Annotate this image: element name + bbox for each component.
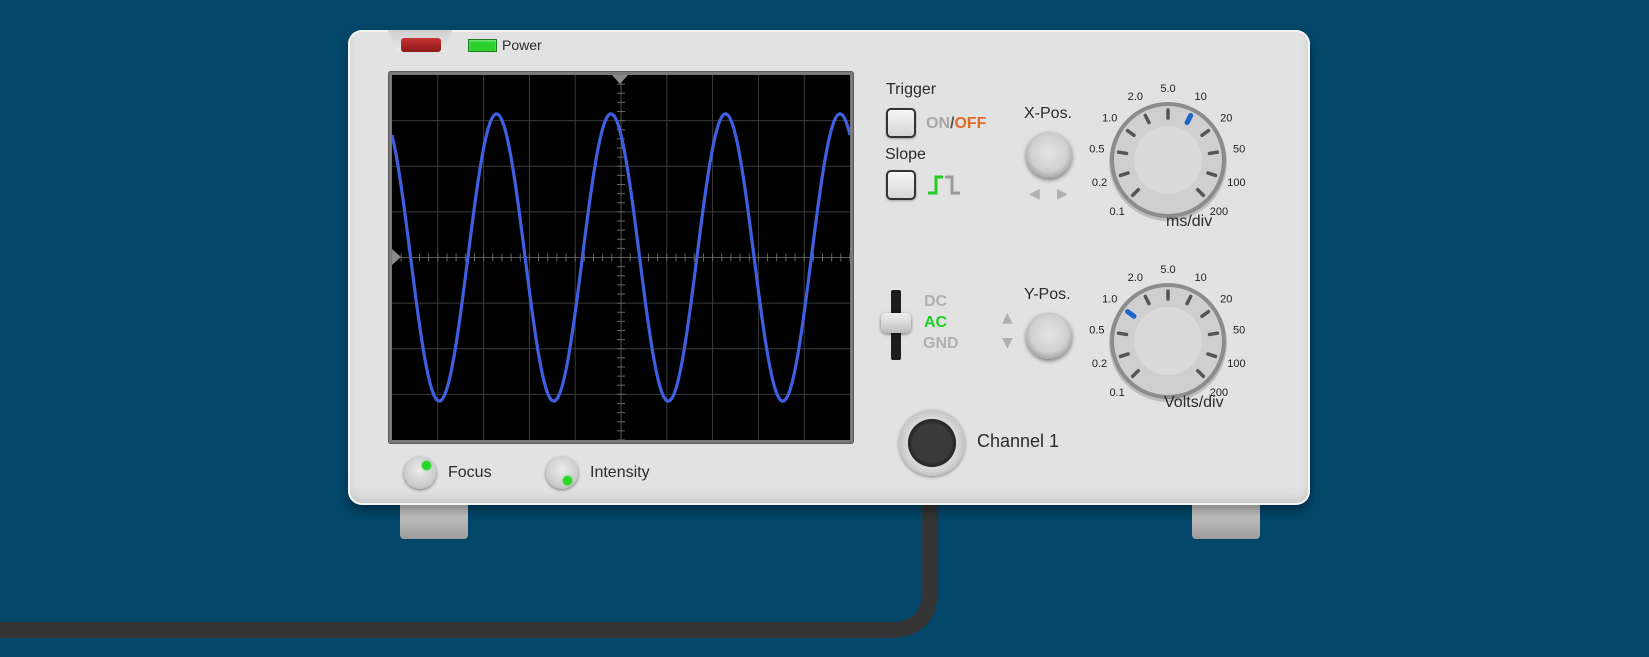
- xpos-knob[interactable]: [1026, 132, 1072, 178]
- volts-dial-scale-label: 5.0: [1160, 264, 1175, 276]
- time-dial-label: ms/div: [1166, 213, 1213, 230]
- volts-dial[interactable]: 0.10.20.51.02.05.0102050100200: [1068, 245, 1268, 415]
- slope-toggle-button[interactable]: [886, 170, 916, 200]
- oscilloscope-screen: [390, 74, 852, 441]
- right-foot: [1192, 505, 1260, 539]
- ypos-title: Y-Pos.: [1024, 286, 1071, 303]
- volts-dial-label: Volts/div: [1164, 394, 1224, 411]
- time-dial-scale-label: 200: [1210, 206, 1228, 218]
- channel-connector[interactable]: [899, 410, 965, 476]
- trigger-title: Trigger: [886, 81, 937, 98]
- time-dial-scale-label: 0.5: [1089, 144, 1104, 156]
- left-foot: [400, 505, 468, 539]
- trigger-position-marker: [612, 75, 628, 84]
- ypos-up-arrow[interactable]: ▲: [1002, 310, 1013, 326]
- time-dial-scale-label: 0.2: [1092, 177, 1107, 189]
- volts-dial-tick: [1207, 331, 1220, 337]
- ground-level-marker: [392, 249, 401, 265]
- ypos-knob[interactable]: [1026, 313, 1072, 359]
- volts-dial-scale-label: 10: [1195, 272, 1207, 284]
- coupling-option-ac[interactable]: AC: [924, 314, 947, 332]
- coupling-option-dc[interactable]: DC: [924, 293, 947, 311]
- time-dial-tick: [1118, 171, 1130, 178]
- oscilloscope-case: Power Trigger ON/OFF Slope X-Pos. ◀ ▶ DC…: [348, 30, 1310, 505]
- time-dial-tick: [1116, 150, 1129, 156]
- volts-dial-scale-label: 20: [1220, 294, 1232, 306]
- focus-indicator: [422, 461, 431, 470]
- time-dial-scale-label: 0.1: [1109, 206, 1124, 218]
- ypos-down-arrow[interactable]: ▼: [1002, 335, 1013, 351]
- time-dial-cap: [1134, 126, 1202, 194]
- intensity-indicator: [563, 476, 572, 485]
- volts-dial-tick: [1116, 331, 1129, 337]
- xpos-right-arrow[interactable]: ▶: [1057, 186, 1068, 202]
- volts-dial-scale-label: 0.5: [1089, 325, 1104, 337]
- volts-dial-scale-label: 50: [1233, 325, 1245, 337]
- time-dial-scale-label: 20: [1220, 113, 1232, 125]
- time-base-dial[interactable]: 0.1 0.2 0.5 1.0 2.0 5.0 10 20 50 100 200: [1068, 64, 1268, 234]
- intensity-knob[interactable]: [546, 457, 578, 489]
- volts-dial-scale-label: 100: [1227, 358, 1245, 370]
- focus-knob[interactable]: [404, 457, 436, 489]
- slope-title: Slope: [885, 146, 926, 163]
- time-dial-selected-marker: [1184, 112, 1194, 126]
- power-label: Power: [502, 37, 542, 53]
- volts-dial-scale-label: 0.2: [1092, 358, 1107, 370]
- volts-dial-scale-label: 1.0: [1102, 294, 1117, 306]
- focus-label: Focus: [448, 464, 492, 481]
- xpos-title: X-Pos.: [1024, 105, 1073, 122]
- time-dial-scale-label: 100: [1227, 177, 1245, 189]
- coupling-switch-handle[interactable]: [881, 313, 911, 333]
- time-dial-scale-label: 10: [1195, 91, 1207, 103]
- time-dial-scale-label: 1.0: [1102, 113, 1117, 125]
- volts-dial-scale-label: 0.1: [1109, 387, 1124, 399]
- scope-display: [390, 74, 852, 441]
- volts-dial-tick: [1206, 352, 1218, 359]
- trigger-toggle-button[interactable]: [886, 108, 916, 138]
- volts-dial-cap: [1134, 307, 1202, 375]
- trigger-on-label: ON: [926, 115, 950, 132]
- time-dial-scale-label: 50: [1233, 144, 1245, 156]
- intensity-label: Intensity: [590, 464, 650, 481]
- volts-dial-scale-label: 2.0: [1128, 272, 1143, 284]
- time-dial-tick: [1207, 150, 1220, 156]
- volts-dial-tick: [1118, 352, 1130, 359]
- trigger-off-label: OFF: [954, 115, 987, 132]
- time-dial-scale-label: 2.0: [1128, 91, 1143, 103]
- rising-edge-icon: [928, 175, 960, 195]
- time-dial-scale-label: 5.0: [1160, 83, 1175, 95]
- time-dial-tick: [1206, 171, 1218, 178]
- power-led: [468, 39, 497, 52]
- xpos-left-arrow[interactable]: ◀: [1029, 186, 1040, 202]
- coupling-option-gnd[interactable]: GND: [923, 335, 959, 353]
- probe-plug: [908, 419, 956, 467]
- channel-label: Channel 1: [977, 431, 1060, 451]
- power-button[interactable]: [401, 38, 441, 52]
- trigger-state-label: ON/OFF: [926, 115, 986, 133]
